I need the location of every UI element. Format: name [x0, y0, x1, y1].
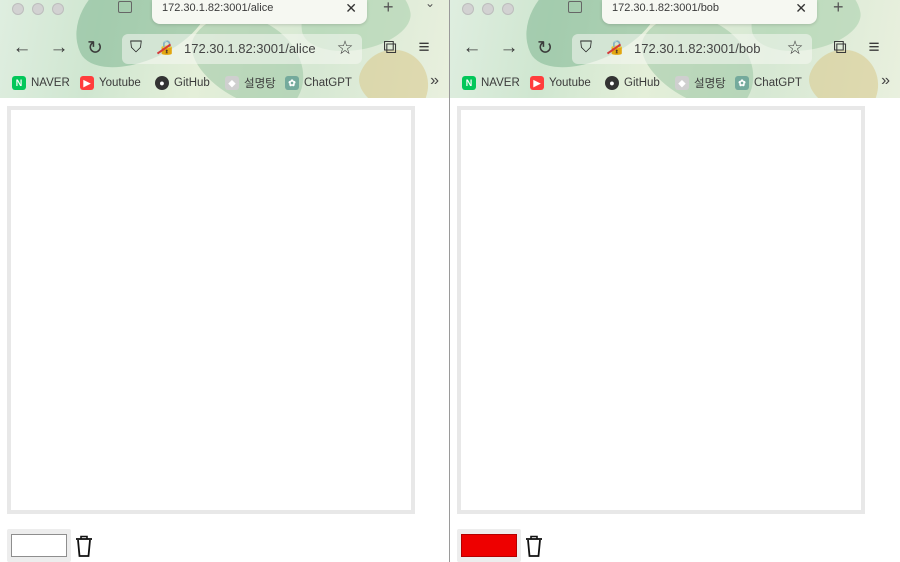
bookmarks-more-icon[interactable]: »: [430, 72, 439, 90]
tab-title: 172.30.1.82:3001/alice: [162, 2, 274, 14]
bookmark-chatgpt[interactable]: ✿ ChatGPT: [285, 72, 352, 94]
reload-icon[interactable]: ↻: [533, 36, 557, 60]
bookmark-label: 설명탕: [694, 78, 726, 90]
shield-icon[interactable]: ⛉: [130, 39, 142, 57]
tab-favicon-icon: [118, 1, 132, 13]
naver-icon: N: [12, 76, 26, 90]
url-bar[interactable]: ⛉ 🔒 172.30.1.82:3001/alice: [122, 34, 362, 64]
bookmark-youtube[interactable]: ▶ Youtube: [80, 72, 141, 94]
bookmark-label: Youtube: [549, 77, 591, 89]
bookmark-youtube[interactable]: ▶ Youtube: [530, 72, 591, 94]
browser-chrome: 172.30.1.82:3001/bob ✕ + ← → ↻ ⛉ 🔒 172.3…: [450, 0, 900, 98]
bookmark-seolmyeongtang[interactable]: ◆ 설명탕: [675, 72, 726, 94]
close-window-button[interactable]: [462, 3, 474, 15]
nav-bar: ← → ↻ ⛉ 🔒 172.30.1.82:3001/alice ☆ ⧉ ≡: [0, 30, 449, 68]
tab-active[interactable]: 172.30.1.82:3001/bob ✕: [602, 0, 817, 24]
naver-icon: N: [462, 76, 476, 90]
zoom-window-button[interactable]: [502, 3, 514, 15]
bookmark-chatgpt[interactable]: ✿ ChatGPT: [735, 72, 802, 94]
bookmark-seolmyeongtang[interactable]: ◆ 설명탕: [225, 72, 276, 94]
tab-title: 172.30.1.82:3001/bob: [612, 2, 720, 14]
tab-favicon-icon: [568, 1, 582, 13]
bookmark-label: ChatGPT: [304, 77, 352, 89]
screen: 172.30.1.82:3001/alice ✕ + ⌄ ← → ↻ ⛉ 🔒 1…: [0, 0, 900, 562]
tab-close-icon[interactable]: ✕: [345, 0, 357, 17]
bookmark-label: Youtube: [99, 77, 141, 89]
color-swatch-fill: [11, 534, 67, 557]
extensions-icon[interactable]: ⧉: [828, 36, 852, 60]
tab-active[interactable]: 172.30.1.82:3001/alice ✕: [152, 0, 367, 24]
bookmark-github[interactable]: ● GitHub: [155, 72, 210, 94]
trash-icon[interactable]: [73, 534, 95, 558]
menu-icon[interactable]: ≡: [412, 36, 436, 60]
bookmark-naver[interactable]: N NAVER: [12, 72, 70, 94]
forward-icon[interactable]: →: [497, 36, 521, 60]
extensions-icon[interactable]: ⧉: [378, 36, 402, 60]
url-bar[interactable]: ⛉ 🔒 172.30.1.82:3001/bob: [572, 34, 812, 64]
bookmark-label: ChatGPT: [754, 77, 802, 89]
nav-bar: ← → ↻ ⛉ 🔒 172.30.1.82:3001/bob ☆ ⧉ ≡: [450, 30, 900, 68]
bookmark-label: GitHub: [624, 77, 660, 89]
minimize-window-button[interactable]: [32, 3, 44, 15]
youtube-icon: ▶: [80, 76, 94, 90]
bookmark-naver[interactable]: N NAVER: [462, 72, 520, 94]
bookmark-star-icon[interactable]: ☆: [333, 36, 357, 60]
bookmark-label: NAVER: [31, 77, 70, 89]
close-window-button[interactable]: [12, 3, 24, 15]
page-content: [0, 98, 449, 562]
drawing-canvas[interactable]: [457, 106, 865, 514]
forward-icon[interactable]: →: [47, 36, 71, 60]
shield-icon[interactable]: ⛉: [580, 39, 592, 57]
url-text[interactable]: 172.30.1.82:3001/alice: [184, 41, 316, 56]
url-text[interactable]: 172.30.1.82:3001/bob: [634, 41, 761, 56]
bookmark-label: NAVER: [481, 77, 520, 89]
trash-icon[interactable]: [523, 534, 545, 558]
github-icon: ●: [155, 76, 169, 90]
color-picker[interactable]: [7, 529, 71, 562]
browser-window-alice: 172.30.1.82:3001/alice ✕ + ⌄ ← → ↻ ⛉ 🔒 1…: [0, 0, 449, 562]
new-tab-icon[interactable]: +: [833, 0, 844, 18]
minimize-window-button[interactable]: [482, 3, 494, 15]
bookmark-label: 설명탕: [244, 78, 276, 90]
bookmark-github[interactable]: ● GitHub: [605, 72, 660, 94]
canvas-controls: [457, 529, 557, 562]
back-icon[interactable]: ←: [460, 36, 484, 60]
bookmarks-more-icon[interactable]: »: [881, 72, 890, 90]
bookmarks-bar: N NAVER ▶ Youtube ● GitHub ◆ 설명탕 ✿ ChatG…: [450, 72, 900, 94]
seolmyeongtang-icon: ◆: [225, 76, 239, 90]
bookmark-label: GitHub: [174, 77, 210, 89]
browser-window-bob: 172.30.1.82:3001/bob ✕ + ← → ↻ ⛉ 🔒 172.3…: [450, 0, 900, 562]
tabs-menu-icon[interactable]: ⌄: [425, 0, 435, 10]
reload-icon[interactable]: ↻: [83, 36, 107, 60]
browser-chrome: 172.30.1.82:3001/alice ✕ + ⌄ ← → ↻ ⛉ 🔒 1…: [0, 0, 449, 98]
youtube-icon: ▶: [530, 76, 544, 90]
github-icon: ●: [605, 76, 619, 90]
canvas-controls: [7, 529, 107, 562]
color-picker[interactable]: [457, 529, 521, 562]
back-icon[interactable]: ←: [10, 36, 34, 60]
zoom-window-button[interactable]: [52, 3, 64, 15]
bookmarks-bar: N NAVER ▶ Youtube ● GitHub ◆ 설명탕 ✿ ChatG…: [0, 72, 449, 94]
tab-close-icon[interactable]: ✕: [795, 0, 807, 17]
new-tab-icon[interactable]: +: [383, 0, 394, 18]
menu-icon[interactable]: ≡: [862, 36, 886, 60]
bookmark-star-icon[interactable]: ☆: [783, 36, 807, 60]
page-content: [450, 98, 900, 562]
chatgpt-icon: ✿: [735, 76, 749, 90]
drawing-canvas[interactable]: [7, 106, 415, 514]
tab-strip: 172.30.1.82:3001/alice ✕ + ⌄: [0, 0, 449, 30]
seolmyeongtang-icon: ◆: [675, 76, 689, 90]
color-swatch-fill: [461, 534, 517, 557]
chatgpt-icon: ✿: [285, 76, 299, 90]
tab-strip: 172.30.1.82:3001/bob ✕ +: [450, 0, 900, 30]
